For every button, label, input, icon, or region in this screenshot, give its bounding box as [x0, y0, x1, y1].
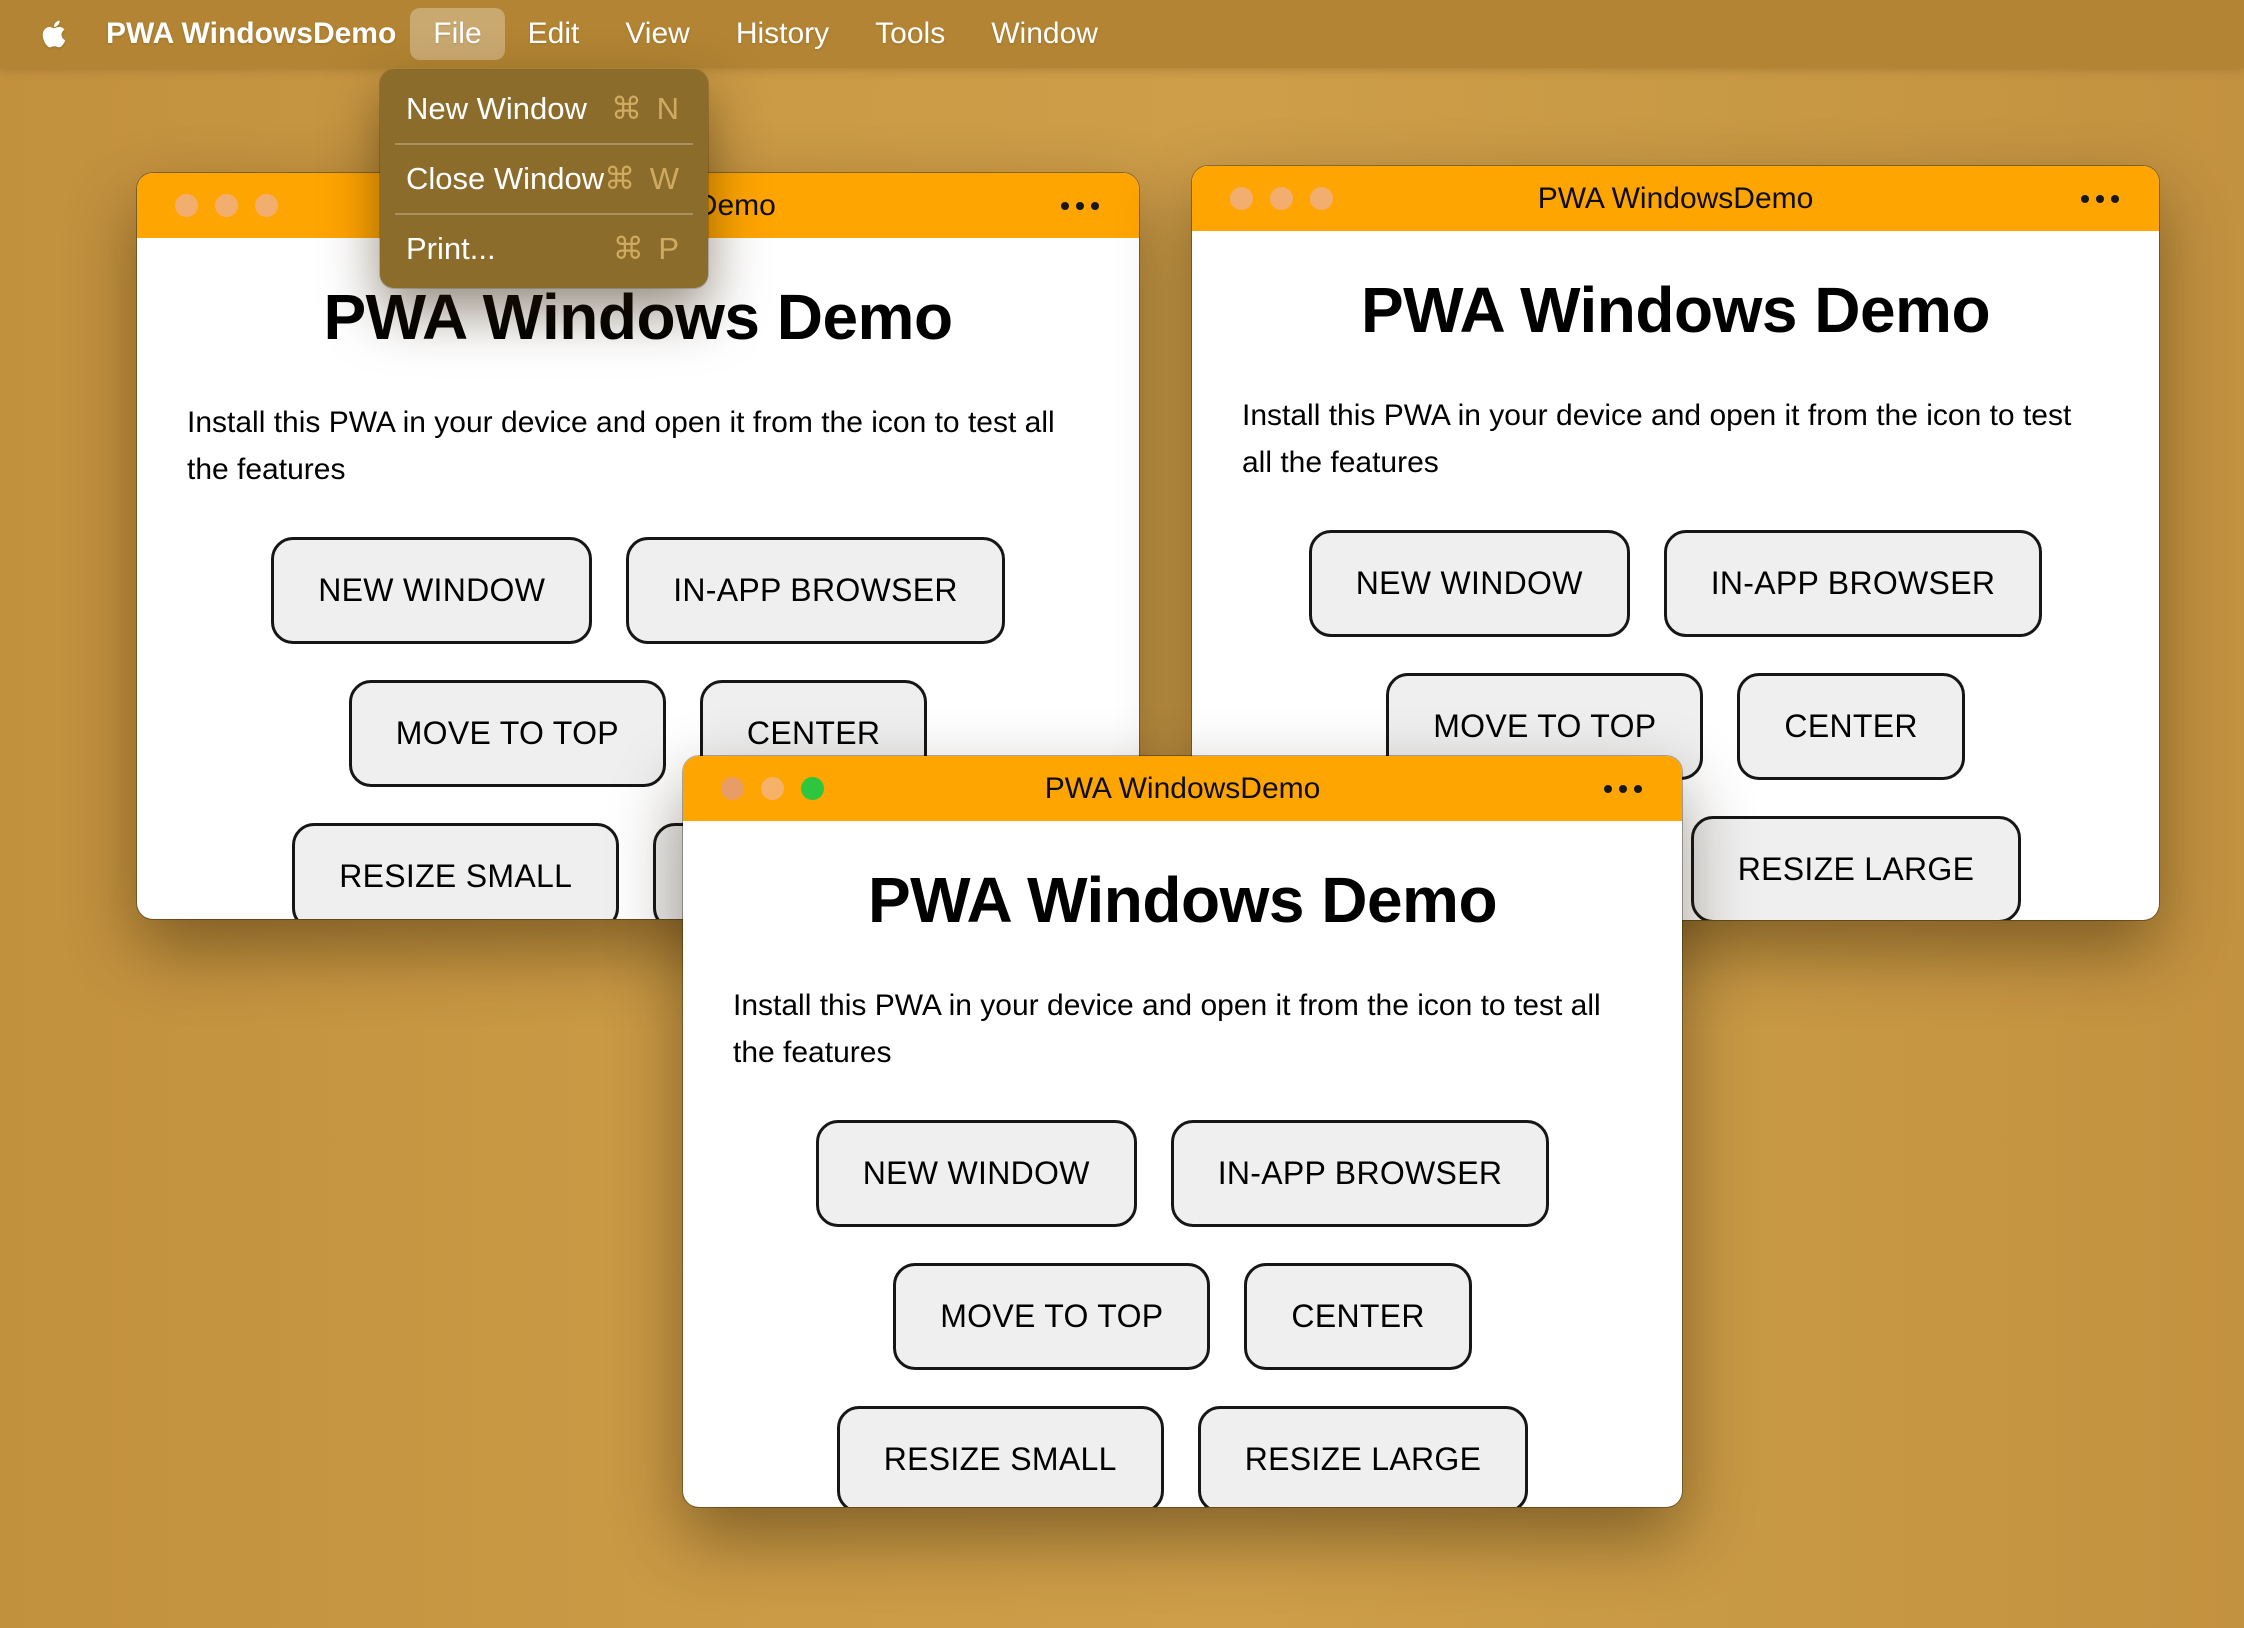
ellipsis-menu-icon[interactable]	[1061, 173, 1099, 238]
zoom-button[interactable]	[1310, 187, 1333, 210]
center-button[interactable]: CENTER	[1244, 1263, 1472, 1370]
menu-item-shortcut: ⌘ W	[604, 161, 682, 196]
page-description: Install this PWA in your device and open…	[1242, 399, 2072, 479]
app-window: PWA WindowsDemo PWA Windows Demo Install…	[683, 756, 1682, 1507]
resize-small-button[interactable]: RESIZE SMALL	[836, 1406, 1164, 1507]
menu-item-label: New Window	[406, 91, 587, 126]
menubar-item-edit[interactable]: Edit	[505, 8, 603, 60]
new-window-button[interactable]: NEW WINDOW	[271, 537, 593, 644]
traffic-lights	[175, 194, 278, 217]
window-titlebar[interactable]: PWA WindowsDemo	[683, 756, 1682, 821]
window-title: PWA WindowsDemo	[1537, 181, 1814, 215]
ellipsis-menu-icon[interactable]	[2081, 166, 2119, 231]
ellipsis-menu-icon[interactable]	[1604, 756, 1642, 821]
menu-separator	[395, 143, 693, 145]
menu-item-label: Print...	[406, 231, 496, 266]
menubar-item-window[interactable]: Window	[968, 8, 1121, 60]
desktop: PWA WindowsDemo File Edit View History T…	[0, 0, 2244, 1628]
menu-item-label: Close Window	[406, 161, 605, 196]
minimize-button[interactable]	[215, 194, 238, 217]
page-description: Install this PWA in your device and open…	[733, 989, 1601, 1069]
traffic-lights	[721, 777, 824, 800]
move-to-top-button[interactable]: MOVE TO TOP	[348, 680, 666, 787]
page-title: PWA Windows Demo	[867, 864, 1498, 936]
in-app-browser-button[interactable]: IN-APP BROWSER	[626, 537, 1005, 644]
file-menu-dropdown: New Window ⌘ N Close Window ⌘ W Print...…	[380, 70, 708, 288]
zoom-button[interactable]	[255, 194, 278, 217]
apple-menu-icon[interactable]	[40, 16, 70, 52]
menu-item-shortcut: ⌘ N	[611, 91, 682, 126]
move-to-top-button[interactable]: MOVE TO TOP	[893, 1263, 1211, 1370]
menu-bar: PWA WindowsDemo File Edit View History T…	[0, 0, 2244, 68]
close-button[interactable]	[1230, 187, 1253, 210]
resize-large-button[interactable]: RESIZE LARGE	[1197, 1406, 1529, 1507]
menu-item-close-window[interactable]: Close Window ⌘ W	[380, 150, 708, 208]
window-title: PWA WindowsDemo	[1044, 771, 1321, 805]
menubar-item-view[interactable]: View	[602, 8, 712, 60]
in-app-browser-button[interactable]: IN-APP BROWSER	[1663, 530, 2043, 637]
in-app-browser-button[interactable]: IN-APP BROWSER	[1170, 1120, 1550, 1227]
new-window-button[interactable]: NEW WINDOW	[815, 1120, 1137, 1227]
resize-small-button[interactable]: RESIZE SMALL	[292, 823, 620, 919]
traffic-lights	[1230, 187, 1333, 210]
center-button[interactable]: CENTER	[1737, 673, 1965, 780]
menu-item-print[interactable]: Print... ⌘ P	[380, 220, 708, 278]
close-button[interactable]	[175, 194, 198, 217]
minimize-button[interactable]	[1270, 187, 1293, 210]
menubar-app-name[interactable]: PWA WindowsDemo	[106, 17, 396, 51]
page-title: PWA Windows Demo	[323, 281, 953, 353]
new-window-button[interactable]: NEW WINDOW	[1308, 530, 1630, 637]
window-content: PWA Windows Demo Install this PWA in you…	[683, 863, 1682, 1507]
menu-item-shortcut: ⌘ P	[612, 231, 682, 266]
window-titlebar[interactable]: PWA WindowsDemo	[1192, 166, 2159, 231]
minimize-button[interactable]	[761, 777, 784, 800]
close-button[interactable]	[721, 777, 744, 800]
zoom-button[interactable]	[801, 777, 824, 800]
page-title: PWA Windows Demo	[1360, 274, 1991, 346]
menu-separator	[395, 213, 693, 215]
resize-large-button[interactable]: RESIZE LARGE	[1690, 816, 2022, 920]
page-description: Install this PWA in your device and open…	[187, 406, 1055, 486]
menubar-item-tools[interactable]: Tools	[852, 8, 968, 60]
button-grid: NEW WINDOW IN-APP BROWSER MOVE TO TOP CE…	[733, 1120, 1632, 1507]
menubar-item-file[interactable]: File	[410, 8, 505, 60]
menu-item-new-window[interactable]: New Window ⌘ N	[380, 80, 708, 138]
menubar-item-history[interactable]: History	[713, 8, 852, 60]
